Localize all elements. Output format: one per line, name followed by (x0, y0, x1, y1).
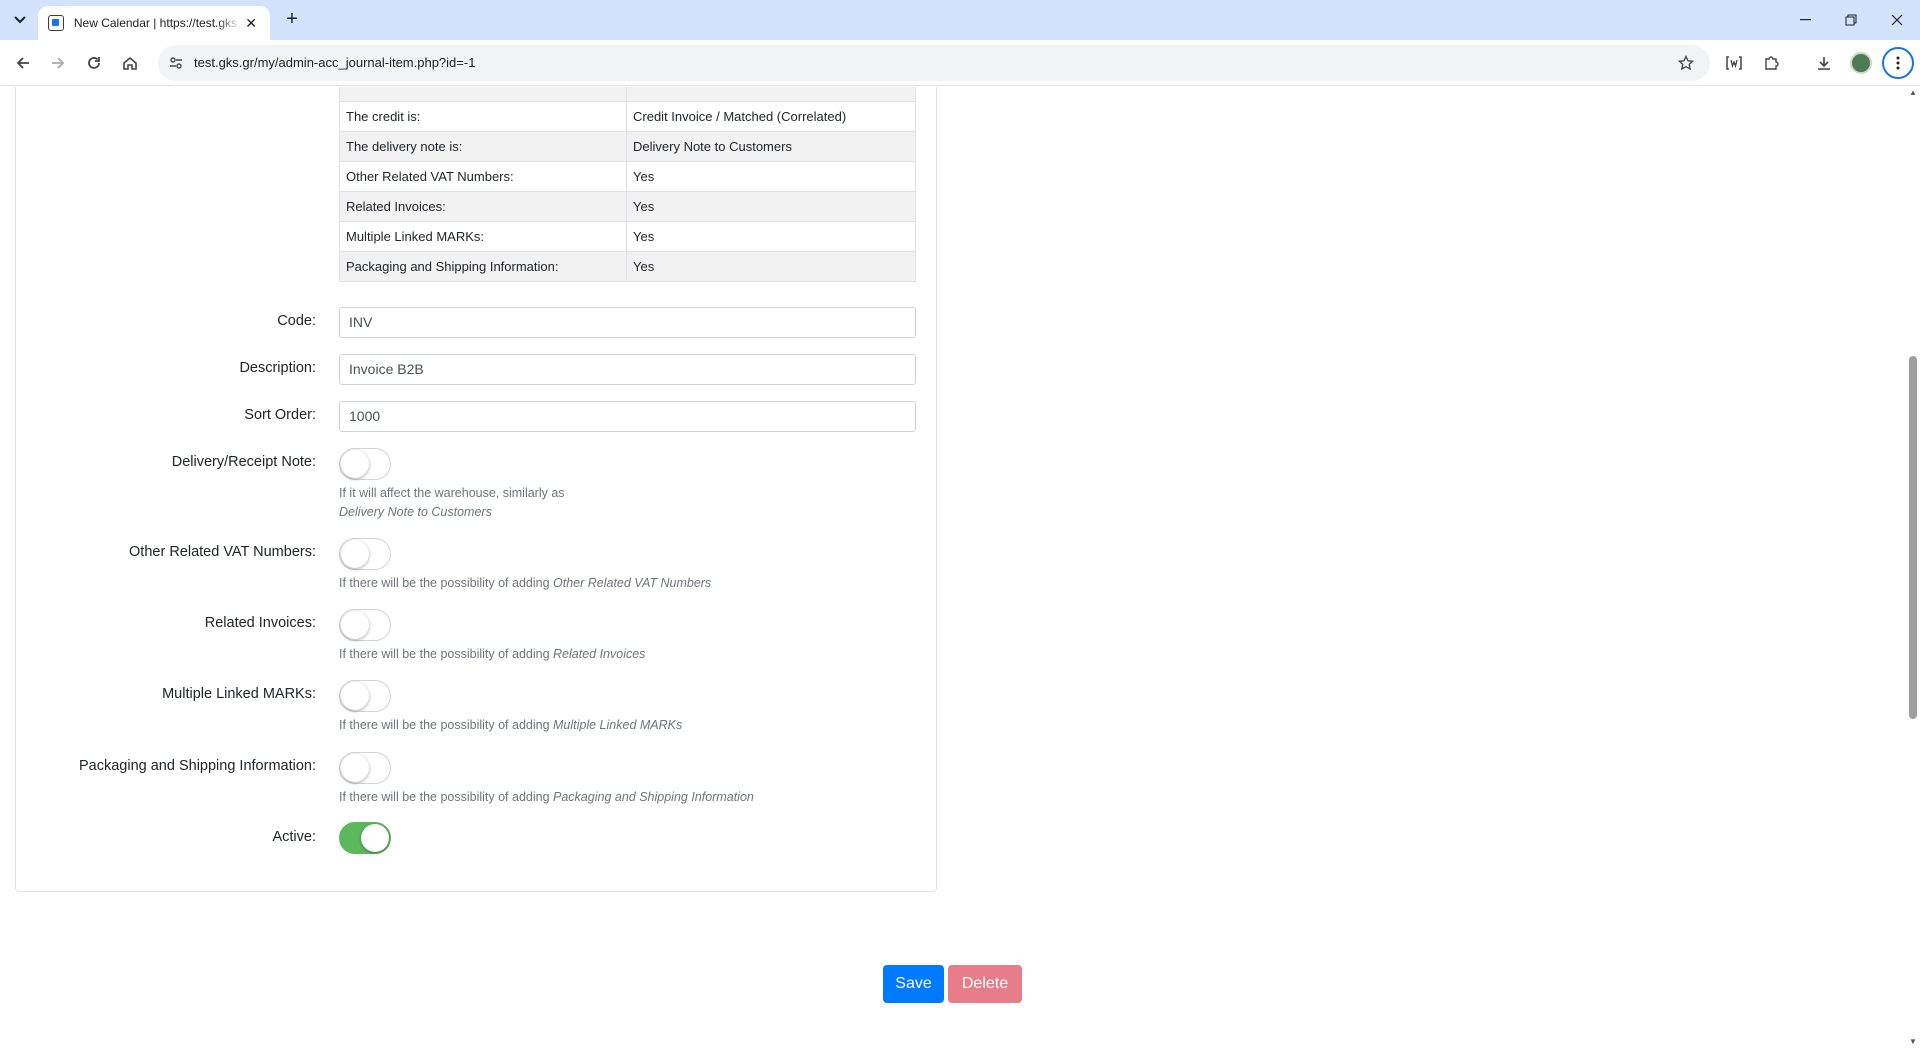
delete-button[interactable]: Delete (948, 965, 1022, 1003)
address-bar[interactable]: test.gks.gr/my/admin-acc_journal-item.ph… (158, 45, 1710, 81)
delivery-note-help: If it will affect the warehouse, similar… (339, 484, 565, 522)
forward-arrow-icon[interactable] (44, 49, 72, 77)
page-viewport: The credit is: Credit Invoice / Matched … (0, 87, 1906, 1050)
help-emphasis: Multiple Linked MARKs (553, 718, 683, 732)
toggle-knob (341, 540, 369, 568)
restore-icon[interactable] (1828, 0, 1874, 40)
scroll-down-arrow-icon[interactable]: ▼ (1909, 1038, 1917, 1046)
table-row: Related Invoices: Yes (339, 191, 916, 222)
close-window-icon[interactable] (1874, 0, 1920, 40)
table-row: Other Related VAT Numbers: Yes (339, 161, 916, 192)
download-icon[interactable] (1810, 49, 1838, 77)
table-cell-label: The credit is: (339, 101, 627, 132)
scrollbar-thumb[interactable] (1909, 356, 1917, 719)
table-row: The credit is: Credit Invoice / Matched … (339, 101, 916, 132)
table-row: Multiple Linked MARKs: Yes (339, 221, 916, 252)
save-button[interactable]: Save (883, 965, 944, 1003)
table-cell-label: Other Related VAT Numbers: (339, 161, 627, 192)
other-vat-label: Other Related VAT Numbers: (129, 544, 316, 560)
help-text: If it will affect the warehouse, similar… (339, 486, 565, 500)
code-label: Code: (277, 313, 316, 329)
table-cell-value: Credit Invoice / Matched (Correlated) (626, 101, 916, 132)
table-cell-label (339, 87, 627, 102)
delivery-note-label: Delivery/Receipt Note: (171, 454, 316, 470)
related-invoices-help: If there will be the possibility of addi… (339, 645, 645, 664)
table-cell-label: Related Invoices: (339, 191, 627, 222)
delivery-note-toggle[interactable] (339, 448, 391, 480)
help-text: If there will be the possibility of addi… (339, 718, 554, 732)
browser-tab[interactable]: New Calendar | https://test.gks.gr ✕ (38, 6, 270, 40)
packaging-label: Packaging and Shipping Information: (79, 758, 316, 774)
toggle-knob (341, 611, 369, 639)
reload-icon[interactable] (80, 49, 108, 77)
toggle-knob (341, 450, 369, 478)
browser-tab-bar: New Calendar | https://test.gks.gr ✕ + (0, 0, 1920, 40)
toggle-knob (341, 754, 369, 782)
toggle-knob (361, 824, 389, 852)
table-row (339, 87, 916, 102)
linked-marks-help: If there will be the possibility of addi… (339, 716, 682, 735)
table-cell-label: The delivery note is: (339, 131, 627, 162)
active-toggle[interactable] (339, 822, 391, 854)
bookmark-star-icon[interactable] (1676, 53, 1696, 73)
url-text[interactable]: test.gks.gr/my/admin-acc_journal-item.ph… (194, 55, 475, 70)
linked-marks-toggle[interactable] (339, 680, 391, 712)
table-cell-label: Packaging and Shipping Information: (339, 251, 627, 282)
table-cell-value: Yes (626, 251, 916, 282)
extensions-puzzle-icon[interactable] (1757, 49, 1785, 77)
table-cell-value: Delivery Note to Customers (626, 131, 916, 162)
table-cell-value: Yes (626, 221, 916, 252)
back-arrow-icon[interactable] (9, 49, 37, 77)
related-invoices-label: Related Invoices: (204, 615, 316, 631)
active-label: Active: (272, 829, 316, 845)
profile-avatar[interactable] (1850, 52, 1872, 74)
table-row: Packaging and Shipping Information: Yes (339, 251, 916, 282)
browser-toolbar: test.gks.gr/my/admin-acc_journal-item.ph… (0, 40, 1920, 86)
packaging-help: If there will be the possibility of addi… (339, 788, 754, 807)
tab-list-chevron-down-icon[interactable] (8, 8, 32, 32)
window-controls (1782, 0, 1920, 40)
help-text: If there will be the possibility of addi… (339, 576, 554, 590)
site-settings-icon[interactable] (166, 53, 186, 73)
sort-order-input[interactable]: 1000 (339, 401, 916, 432)
code-input[interactable]: INV (339, 307, 916, 338)
summary-table: The credit is: Credit Invoice / Matched … (339, 87, 916, 282)
table-cell-value (626, 87, 916, 102)
new-tab-button[interactable]: + (280, 8, 304, 32)
table-row: The delivery note is: Delivery Note to C… (339, 131, 916, 162)
tab-close-icon[interactable]: ✕ (242, 15, 260, 32)
table-cell-value: Yes (626, 191, 916, 222)
packaging-toggle[interactable] (339, 752, 391, 784)
site-favicon-icon (48, 15, 64, 31)
sort-order-label: Sort Order: (244, 407, 316, 423)
help-text: If there will be the possibility of addi… (339, 647, 554, 661)
help-emphasis: Related Invoices (553, 647, 646, 661)
related-invoices-toggle[interactable] (339, 609, 391, 641)
help-emphasis: Packaging and Shipping Information (553, 790, 754, 804)
help-emphasis: Delivery Note to Customers (339, 505, 492, 519)
browser-menu-kebab-icon[interactable] (1882, 47, 1914, 79)
table-cell-value: Yes (626, 161, 916, 192)
description-label: Description: (239, 360, 316, 376)
description-input[interactable]: Invoice B2B (339, 354, 916, 385)
scroll-up-arrow-icon[interactable]: ▲ (1909, 89, 1917, 97)
minimize-icon[interactable] (1782, 0, 1828, 40)
home-icon[interactable] (116, 49, 144, 77)
help-text: If there will be the possibility of addi… (339, 790, 554, 804)
tab-title: New Calendar | https://test.gks.gr (73, 16, 243, 30)
help-emphasis: Other Related VAT Numbers (553, 576, 712, 590)
table-cell-label: Multiple Linked MARKs: (339, 221, 627, 252)
linked-marks-label: Multiple Linked MARKs: (162, 686, 316, 702)
page-scrollbar[interactable]: ▲ ▼ (1906, 87, 1920, 1050)
other-vat-toggle[interactable] (339, 538, 391, 570)
extension-bracket-icon[interactable] (1720, 49, 1748, 77)
other-vat-help: If there will be the possibility of addi… (339, 574, 711, 593)
toggle-knob (341, 682, 369, 710)
